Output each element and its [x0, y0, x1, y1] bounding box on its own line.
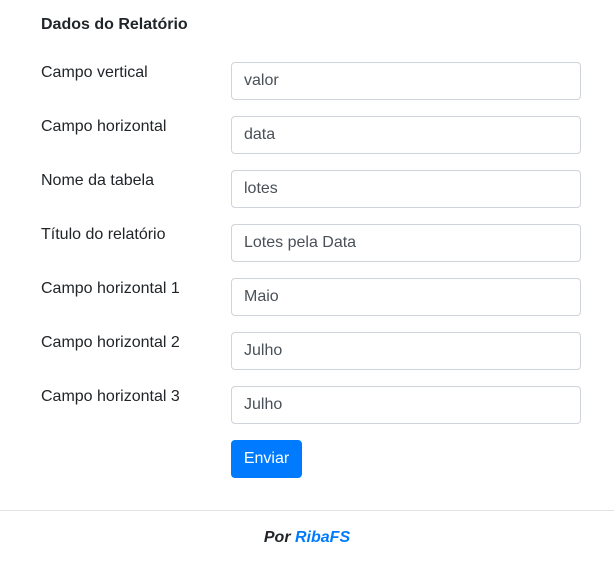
- enviar-button[interactable]: Enviar: [231, 440, 302, 478]
- author-link[interactable]: RibaFS: [295, 529, 350, 546]
- nome-tabela-label: Nome da tabela: [41, 172, 154, 189]
- form-row-titulo-relatorio: Título do relatório: [41, 224, 581, 262]
- campo-horizontal-3-label: Campo horizontal 3: [41, 388, 180, 405]
- campo-horizontal-label: Campo horizontal: [41, 118, 167, 135]
- campo-horizontal-2-input[interactable]: [231, 332, 581, 370]
- campo-horizontal-input[interactable]: [231, 116, 581, 154]
- footer: Por RibaFS: [0, 528, 614, 548]
- campo-vertical-input[interactable]: [231, 62, 581, 100]
- campo-vertical-label: Campo vertical: [41, 64, 148, 81]
- campo-horizontal-3-input[interactable]: [231, 386, 581, 424]
- campo-horizontal-1-input[interactable]: [231, 278, 581, 316]
- footer-prefix: Por: [263, 529, 291, 546]
- nome-tabela-input[interactable]: [231, 170, 581, 208]
- form-row-campo-horizontal-2: Campo horizontal 2: [41, 332, 581, 370]
- form-title: Dados do Relatório: [41, 16, 188, 33]
- footer-divider: [0, 510, 614, 511]
- campo-horizontal-1-label: Campo horizontal 1: [41, 280, 180, 297]
- titulo-relatorio-input[interactable]: [231, 224, 581, 262]
- campo-horizontal-2-label: Campo horizontal 2: [41, 334, 180, 351]
- form-row-campo-vertical: Campo vertical: [41, 62, 581, 100]
- titulo-relatorio-label: Título do relatório: [41, 226, 166, 243]
- form-row-campo-horizontal-1: Campo horizontal 1: [41, 278, 581, 316]
- form-row-campo-horizontal: Campo horizontal: [41, 116, 581, 154]
- form-row-campo-horizontal-3: Campo horizontal 3: [41, 386, 581, 424]
- form-row-nome-tabela: Nome da tabela: [41, 170, 581, 208]
